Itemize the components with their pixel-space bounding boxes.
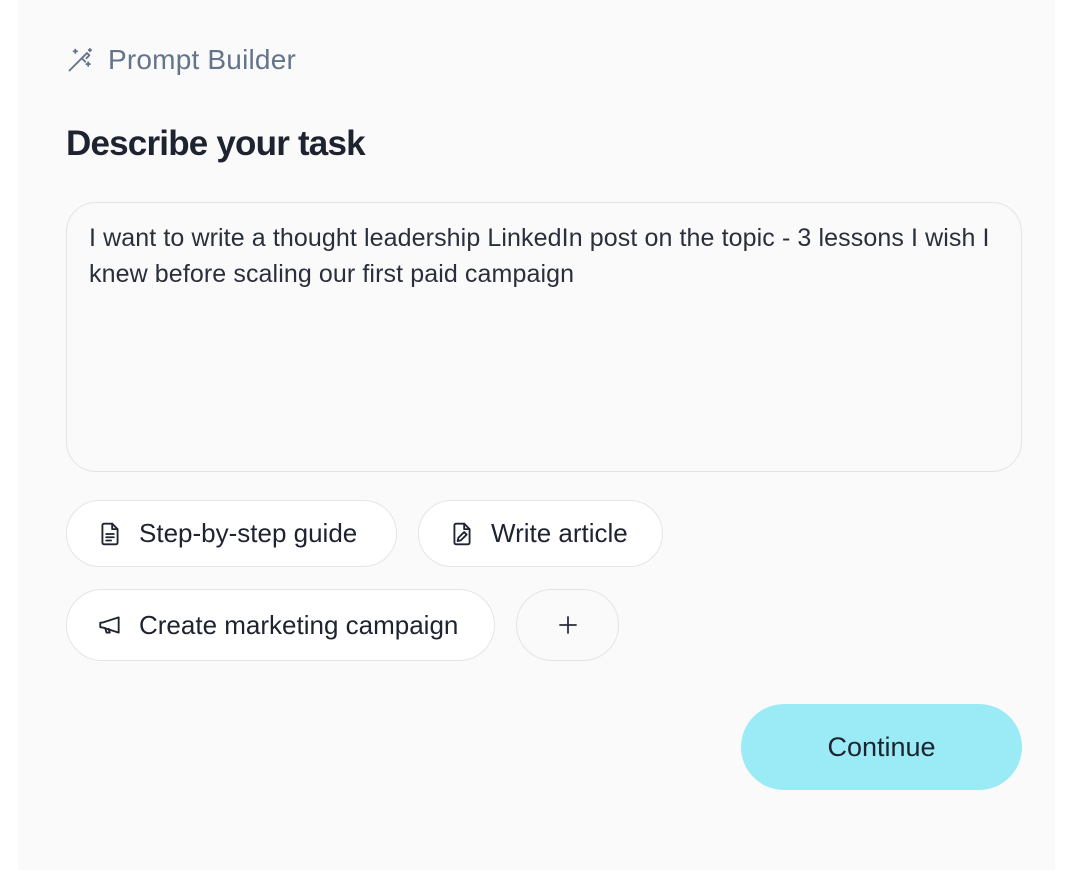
header: Prompt Builder — [66, 40, 296, 80]
task-description-text: I want to write a thought leadership Lin… — [89, 224, 990, 288]
megaphone-icon — [97, 612, 123, 638]
task-description-input[interactable]: I want to write a thought leadership Lin… — [66, 202, 1022, 472]
suggestion-step-by-step-guide[interactable]: Step-by-step guide — [66, 500, 397, 567]
continue-button[interactable]: Continue — [741, 704, 1022, 790]
prompt-builder-panel: Prompt Builder Describe your task I want… — [18, 0, 1055, 870]
document-pen-icon — [449, 521, 475, 547]
page-heading: Describe your task — [66, 124, 366, 163]
plus-icon — [555, 612, 581, 638]
suggestion-write-article[interactable]: Write article — [418, 500, 663, 567]
suggestion-create-marketing-campaign[interactable]: Create marketing campaign — [66, 589, 495, 661]
app-title: Prompt Builder — [108, 44, 296, 75]
suggestion-label: Step-by-step guide — [139, 518, 358, 548]
magic-wand-icon — [66, 46, 94, 74]
suggestion-label: Create marketing campaign — [139, 609, 459, 640]
add-suggestion-button[interactable] — [516, 589, 619, 661]
document-icon — [97, 521, 123, 547]
suggestion-label: Write article — [491, 518, 628, 548]
